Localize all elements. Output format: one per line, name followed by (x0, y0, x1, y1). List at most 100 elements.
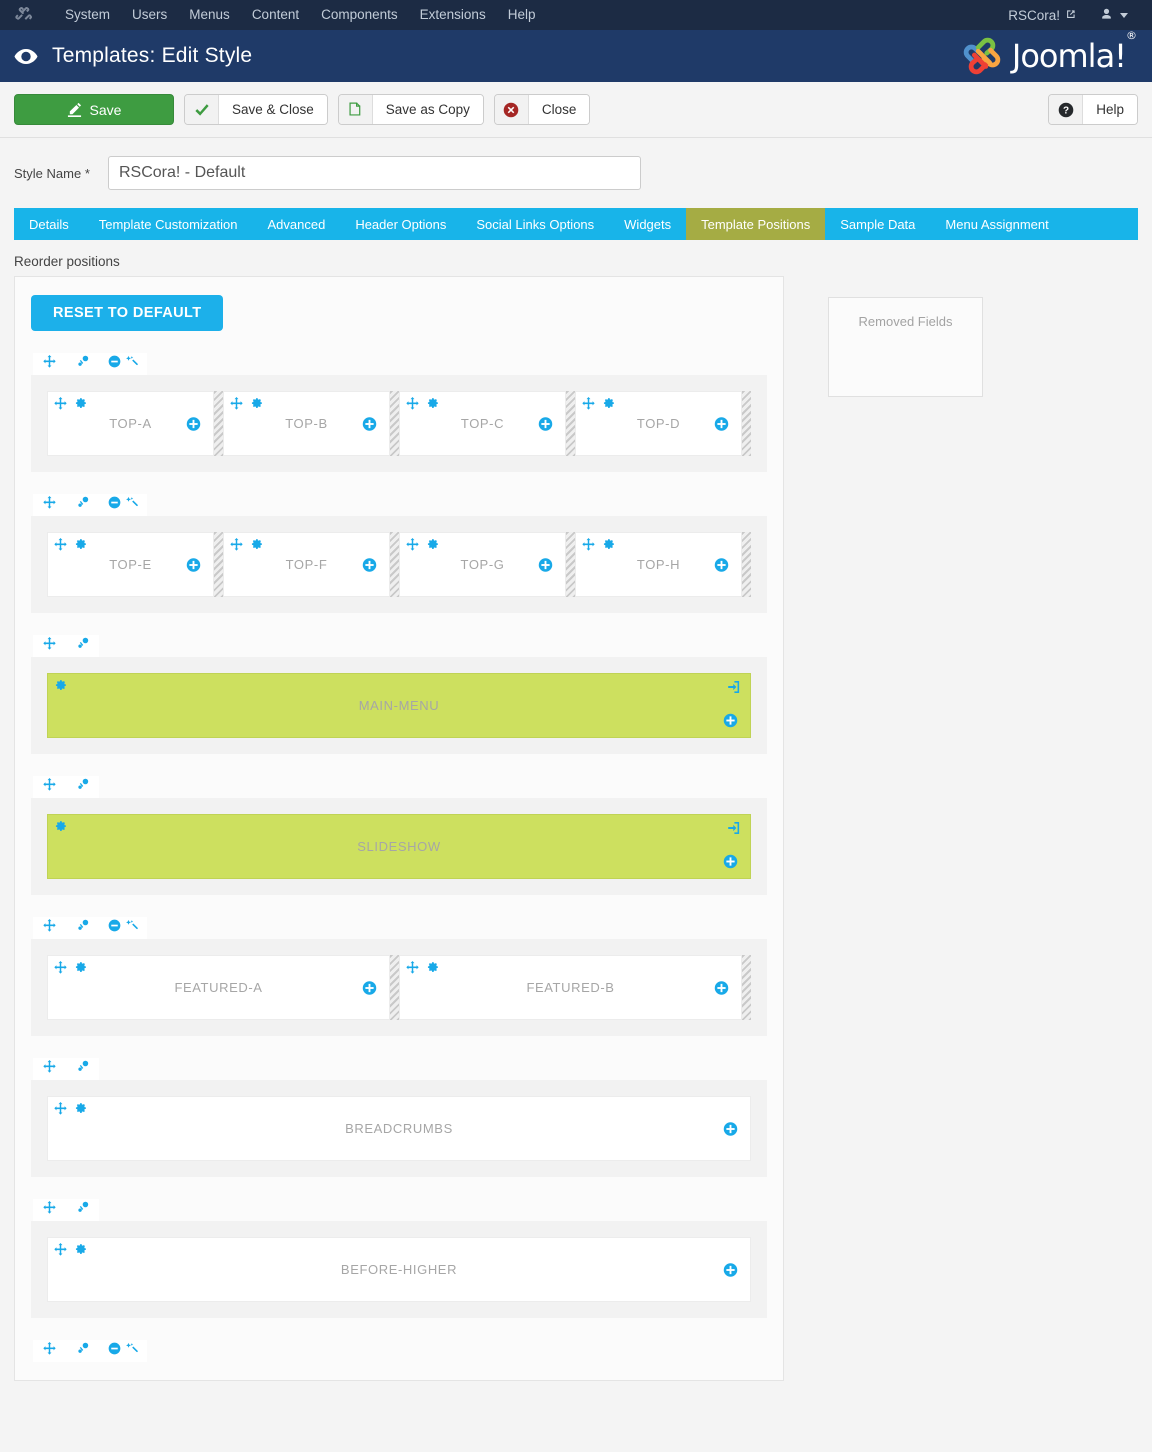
row-settings-button[interactable] (66, 635, 99, 657)
move-icon[interactable] (43, 355, 56, 373)
tab-advanced[interactable]: Advanced (252, 208, 340, 240)
minus-circle-icon[interactable] (108, 1342, 121, 1360)
wand-icon[interactable] (125, 919, 139, 937)
link-icon[interactable] (76, 637, 90, 655)
tab-header-options[interactable]: Header Options (340, 208, 461, 240)
position-block[interactable]: BREADCRUMBS (47, 1096, 751, 1161)
link-icon[interactable] (76, 355, 90, 373)
move-icon[interactable] (43, 1342, 56, 1360)
admin-nav-item-extensions[interactable]: Extensions (409, 0, 497, 30)
position-block[interactable]: TOP-E (47, 532, 214, 597)
position-resize-handle[interactable] (566, 532, 575, 597)
admin-nav-item-users[interactable]: Users (121, 0, 178, 30)
position-block[interactable]: TOP-G (399, 532, 566, 597)
row-settings-button[interactable] (66, 1199, 99, 1221)
position-block[interactable]: TOP-H (575, 532, 742, 597)
row-move-handle[interactable] (33, 353, 66, 375)
position-add-button[interactable] (362, 416, 377, 431)
move-icon[interactable] (43, 496, 56, 514)
position-block[interactable]: TOP-B (223, 391, 390, 456)
position-resize-handle[interactable] (390, 955, 399, 1020)
move-icon[interactable] (43, 1201, 56, 1219)
position-add-button[interactable] (186, 416, 201, 431)
gear-icon[interactable] (250, 397, 263, 415)
link-icon[interactable] (76, 496, 90, 514)
row-remove-and-tools[interactable] (99, 917, 147, 939)
gear-icon[interactable] (426, 397, 439, 415)
tab-template-positions[interactable]: Template Positions (686, 208, 826, 240)
move-icon[interactable] (54, 1243, 67, 1261)
move-icon[interactable] (582, 397, 595, 415)
position-block[interactable]: SLIDESHOW (47, 814, 751, 879)
position-block[interactable]: FEATURED-A (47, 955, 390, 1020)
style-name-input[interactable] (108, 156, 641, 190)
row-move-handle[interactable] (33, 1340, 66, 1362)
move-icon[interactable] (43, 778, 56, 796)
row-move-handle[interactable] (33, 635, 66, 657)
row-move-handle[interactable] (33, 1199, 66, 1221)
position-block[interactable]: FEATURED-B (399, 955, 742, 1020)
removed-fields-dropzone[interactable]: Removed Fields (828, 297, 983, 397)
link-icon[interactable] (76, 1060, 90, 1078)
move-icon[interactable] (43, 919, 56, 937)
move-icon[interactable] (43, 1060, 56, 1078)
position-add-button[interactable] (714, 980, 729, 995)
row-move-handle[interactable] (33, 776, 66, 798)
save-button[interactable]: Save (14, 94, 174, 125)
position-block[interactable]: TOP-F (223, 532, 390, 597)
tab-template-customization[interactable]: Template Customization (84, 208, 253, 240)
wand-icon[interactable] (125, 1342, 139, 1360)
position-resize-handle[interactable] (742, 955, 751, 1020)
row-settings-button[interactable] (66, 494, 99, 516)
position-add-button[interactable] (723, 1121, 738, 1136)
position-resize-handle[interactable] (390, 532, 399, 597)
gear-icon[interactable] (54, 679, 67, 697)
move-icon[interactable] (54, 961, 67, 979)
tab-menu-assignment[interactable]: Menu Assignment (930, 208, 1063, 240)
position-block[interactable]: TOP-C (399, 391, 566, 456)
position-add-button[interactable] (723, 854, 738, 869)
link-icon[interactable] (76, 919, 90, 937)
link-icon[interactable] (76, 1201, 90, 1219)
row-settings-button[interactable] (66, 353, 99, 375)
gear-icon[interactable] (74, 538, 87, 556)
gear-icon[interactable] (426, 961, 439, 979)
position-resize-handle[interactable] (566, 391, 575, 456)
reset-to-default-button[interactable]: RESET TO DEFAULT (31, 295, 224, 331)
row-move-handle[interactable] (33, 1058, 66, 1080)
move-icon[interactable] (54, 1102, 67, 1120)
minus-circle-icon[interactable] (108, 355, 121, 373)
position-block[interactable]: MAIN-MENU (47, 673, 751, 738)
link-icon[interactable] (76, 778, 90, 796)
row-remove-and-tools[interactable] (99, 1340, 147, 1362)
position-resize-handle[interactable] (390, 391, 399, 456)
tab-widgets[interactable]: Widgets (609, 208, 686, 240)
move-icon[interactable] (54, 538, 67, 556)
help-button[interactable]: ? Help (1048, 94, 1138, 125)
gear-icon[interactable] (74, 1243, 87, 1261)
gear-icon[interactable] (54, 820, 67, 838)
tab-details[interactable]: Details (14, 208, 84, 240)
row-remove-and-tools[interactable] (99, 494, 147, 516)
save-close-button[interactable]: Save & Close (184, 94, 328, 125)
gear-icon[interactable] (250, 538, 263, 556)
position-add-button[interactable] (362, 557, 377, 572)
admin-nav-item-content[interactable]: Content (241, 0, 310, 30)
position-block[interactable]: BEFORE-HIGHER (47, 1237, 751, 1302)
gear-icon[interactable] (426, 538, 439, 556)
user-menu[interactable] (1082, 7, 1134, 24)
gear-icon[interactable] (74, 961, 87, 979)
wand-icon[interactable] (125, 355, 139, 373)
position-add-button[interactable] (362, 980, 377, 995)
gear-icon[interactable] (602, 397, 615, 415)
joomla-logo-icon[interactable] (14, 5, 34, 25)
position-exit-button[interactable] (726, 821, 740, 835)
move-icon[interactable] (406, 538, 419, 556)
move-icon[interactable] (43, 637, 56, 655)
tab-social-links-options[interactable]: Social Links Options (461, 208, 609, 240)
admin-nav-item-menus[interactable]: Menus (178, 0, 241, 30)
position-resize-handle[interactable] (214, 532, 223, 597)
position-resize-handle[interactable] (214, 391, 223, 456)
row-move-handle[interactable] (33, 494, 66, 516)
row-settings-button[interactable] (66, 917, 99, 939)
